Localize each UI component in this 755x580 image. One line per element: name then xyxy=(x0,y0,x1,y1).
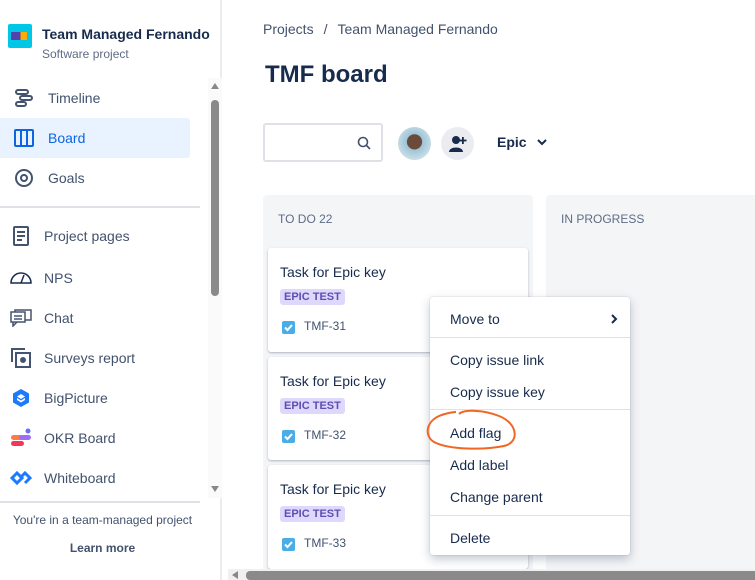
menu-item-add-label[interactable]: Add label xyxy=(450,457,508,473)
issue-key[interactable]: TMF-31 xyxy=(304,319,346,333)
bigpicture-icon xyxy=(10,387,32,409)
issue-key[interactable]: TMF-33 xyxy=(304,536,346,550)
sidebar-item-project-pages[interactable]: Project pages xyxy=(0,216,190,256)
sidebar-item-label: NPS xyxy=(44,270,73,286)
add-user-icon xyxy=(448,135,466,152)
breadcrumb-project[interactable]: Team Managed Fernando xyxy=(337,21,497,37)
chat-icon xyxy=(10,307,32,329)
scroll-up-icon[interactable] xyxy=(211,83,219,89)
menu-divider xyxy=(430,515,630,516)
sidebar-item-nps[interactable]: NPS xyxy=(0,258,190,298)
epic-label: EPIC TEST xyxy=(280,506,345,522)
team-managed-notice: You're in a team-managed project xyxy=(12,513,193,527)
sidebar-item-goals[interactable]: Goals xyxy=(0,158,190,198)
learn-more-link[interactable]: Learn more xyxy=(0,541,205,555)
issue-key[interactable]: TMF-32 xyxy=(304,428,346,442)
project-title: Team Managed Fernando xyxy=(42,26,210,42)
sidebar-item-label: Whiteboard xyxy=(44,470,116,486)
card-title: Task for Epic key xyxy=(280,373,386,389)
epic-label: EPIC TEST xyxy=(280,398,345,414)
chevron-right-icon xyxy=(611,314,618,324)
epic-filter-label: Epic xyxy=(497,134,527,150)
menu-item-delete[interactable]: Delete xyxy=(450,530,490,546)
project-header[interactable]: Team Managed Fernando Software project xyxy=(8,24,210,61)
menu-item-copy-issue-link[interactable]: Copy issue link xyxy=(450,352,544,368)
sidebar-item-label: Project pages xyxy=(44,228,130,244)
column-header: IN PROGRESS xyxy=(561,212,645,226)
sidebar-item-label: Surveys report xyxy=(44,350,136,366)
task-type-icon xyxy=(282,538,295,551)
breadcrumb-separator: / xyxy=(323,21,328,37)
column-header: TO DO 22 xyxy=(278,212,333,226)
card-title: Task for Epic key xyxy=(280,264,386,280)
chevron-down-icon xyxy=(536,138,547,145)
task-type-icon xyxy=(282,321,295,334)
sidebar-item-label: BigPicture xyxy=(44,390,108,406)
goals-icon xyxy=(13,167,35,189)
sidebar-item-label: Board xyxy=(48,130,86,146)
task-type-icon xyxy=(282,430,295,443)
scrollbar-thumb[interactable] xyxy=(211,100,219,296)
search-input[interactable] xyxy=(263,123,383,162)
menu-divider xyxy=(430,337,630,338)
gauge-icon xyxy=(10,267,32,289)
okr-icon xyxy=(10,427,32,449)
epic-label: EPIC TEST xyxy=(280,289,345,305)
sidebar-item-surveys-report[interactable]: Surveys report xyxy=(0,338,190,378)
scroll-down-icon[interactable] xyxy=(211,486,219,492)
sidebar-item-whiteboard[interactable]: Whiteboard xyxy=(0,458,190,498)
sidebar-item-chat[interactable]: Chat xyxy=(0,298,190,338)
project-type: Software project xyxy=(42,47,129,61)
divider xyxy=(0,501,200,503)
board-icon xyxy=(13,127,35,149)
sidebar: Team Managed Fernando Software project T… xyxy=(0,0,222,580)
sidebar-item-board[interactable]: Board xyxy=(0,118,190,158)
sidebar-item-bigpicture[interactable]: BigPicture xyxy=(0,378,190,418)
horizontal-scrollbar[interactable] xyxy=(228,569,755,580)
whiteboard-icon xyxy=(10,467,32,489)
sidebar-item-okr-board[interactable]: OKR Board xyxy=(0,418,190,458)
sidebar-item-label: Timeline xyxy=(48,90,101,106)
page-title: TMF board xyxy=(265,61,388,88)
project-avatar-icon xyxy=(8,24,32,48)
scrollbar-thumb[interactable] xyxy=(246,571,755,580)
survey-icon xyxy=(10,347,32,369)
annotation-circle xyxy=(426,409,516,450)
menu-item-copy-issue-key[interactable]: Copy issue key xyxy=(450,384,545,400)
breadcrumb-projects[interactable]: Projects xyxy=(263,21,314,37)
sidebar-item-label: OKR Board xyxy=(44,430,116,446)
menu-item-label: Move to xyxy=(450,311,500,327)
page-icon xyxy=(10,225,32,247)
menu-item-move-to[interactable]: Move to xyxy=(450,311,618,327)
card-title: Task for Epic key xyxy=(280,481,386,497)
sidebar-item-label: Chat xyxy=(44,310,74,326)
divider xyxy=(0,206,200,208)
add-people-button[interactable] xyxy=(441,127,474,160)
sidebar-item-label: Goals xyxy=(48,170,85,186)
menu-item-change-parent[interactable]: Change parent xyxy=(450,489,543,505)
epic-filter-dropdown[interactable]: Epic xyxy=(497,134,547,150)
scroll-left-icon[interactable] xyxy=(232,571,238,579)
sidebar-item-timeline[interactable]: Timeline xyxy=(0,78,190,118)
search-icon xyxy=(357,136,371,150)
sidebar-scrollbar[interactable] xyxy=(208,78,222,498)
avatar[interactable] xyxy=(398,127,431,160)
timeline-icon xyxy=(13,87,35,109)
breadcrumb: Projects / Team Managed Fernando xyxy=(263,21,498,37)
